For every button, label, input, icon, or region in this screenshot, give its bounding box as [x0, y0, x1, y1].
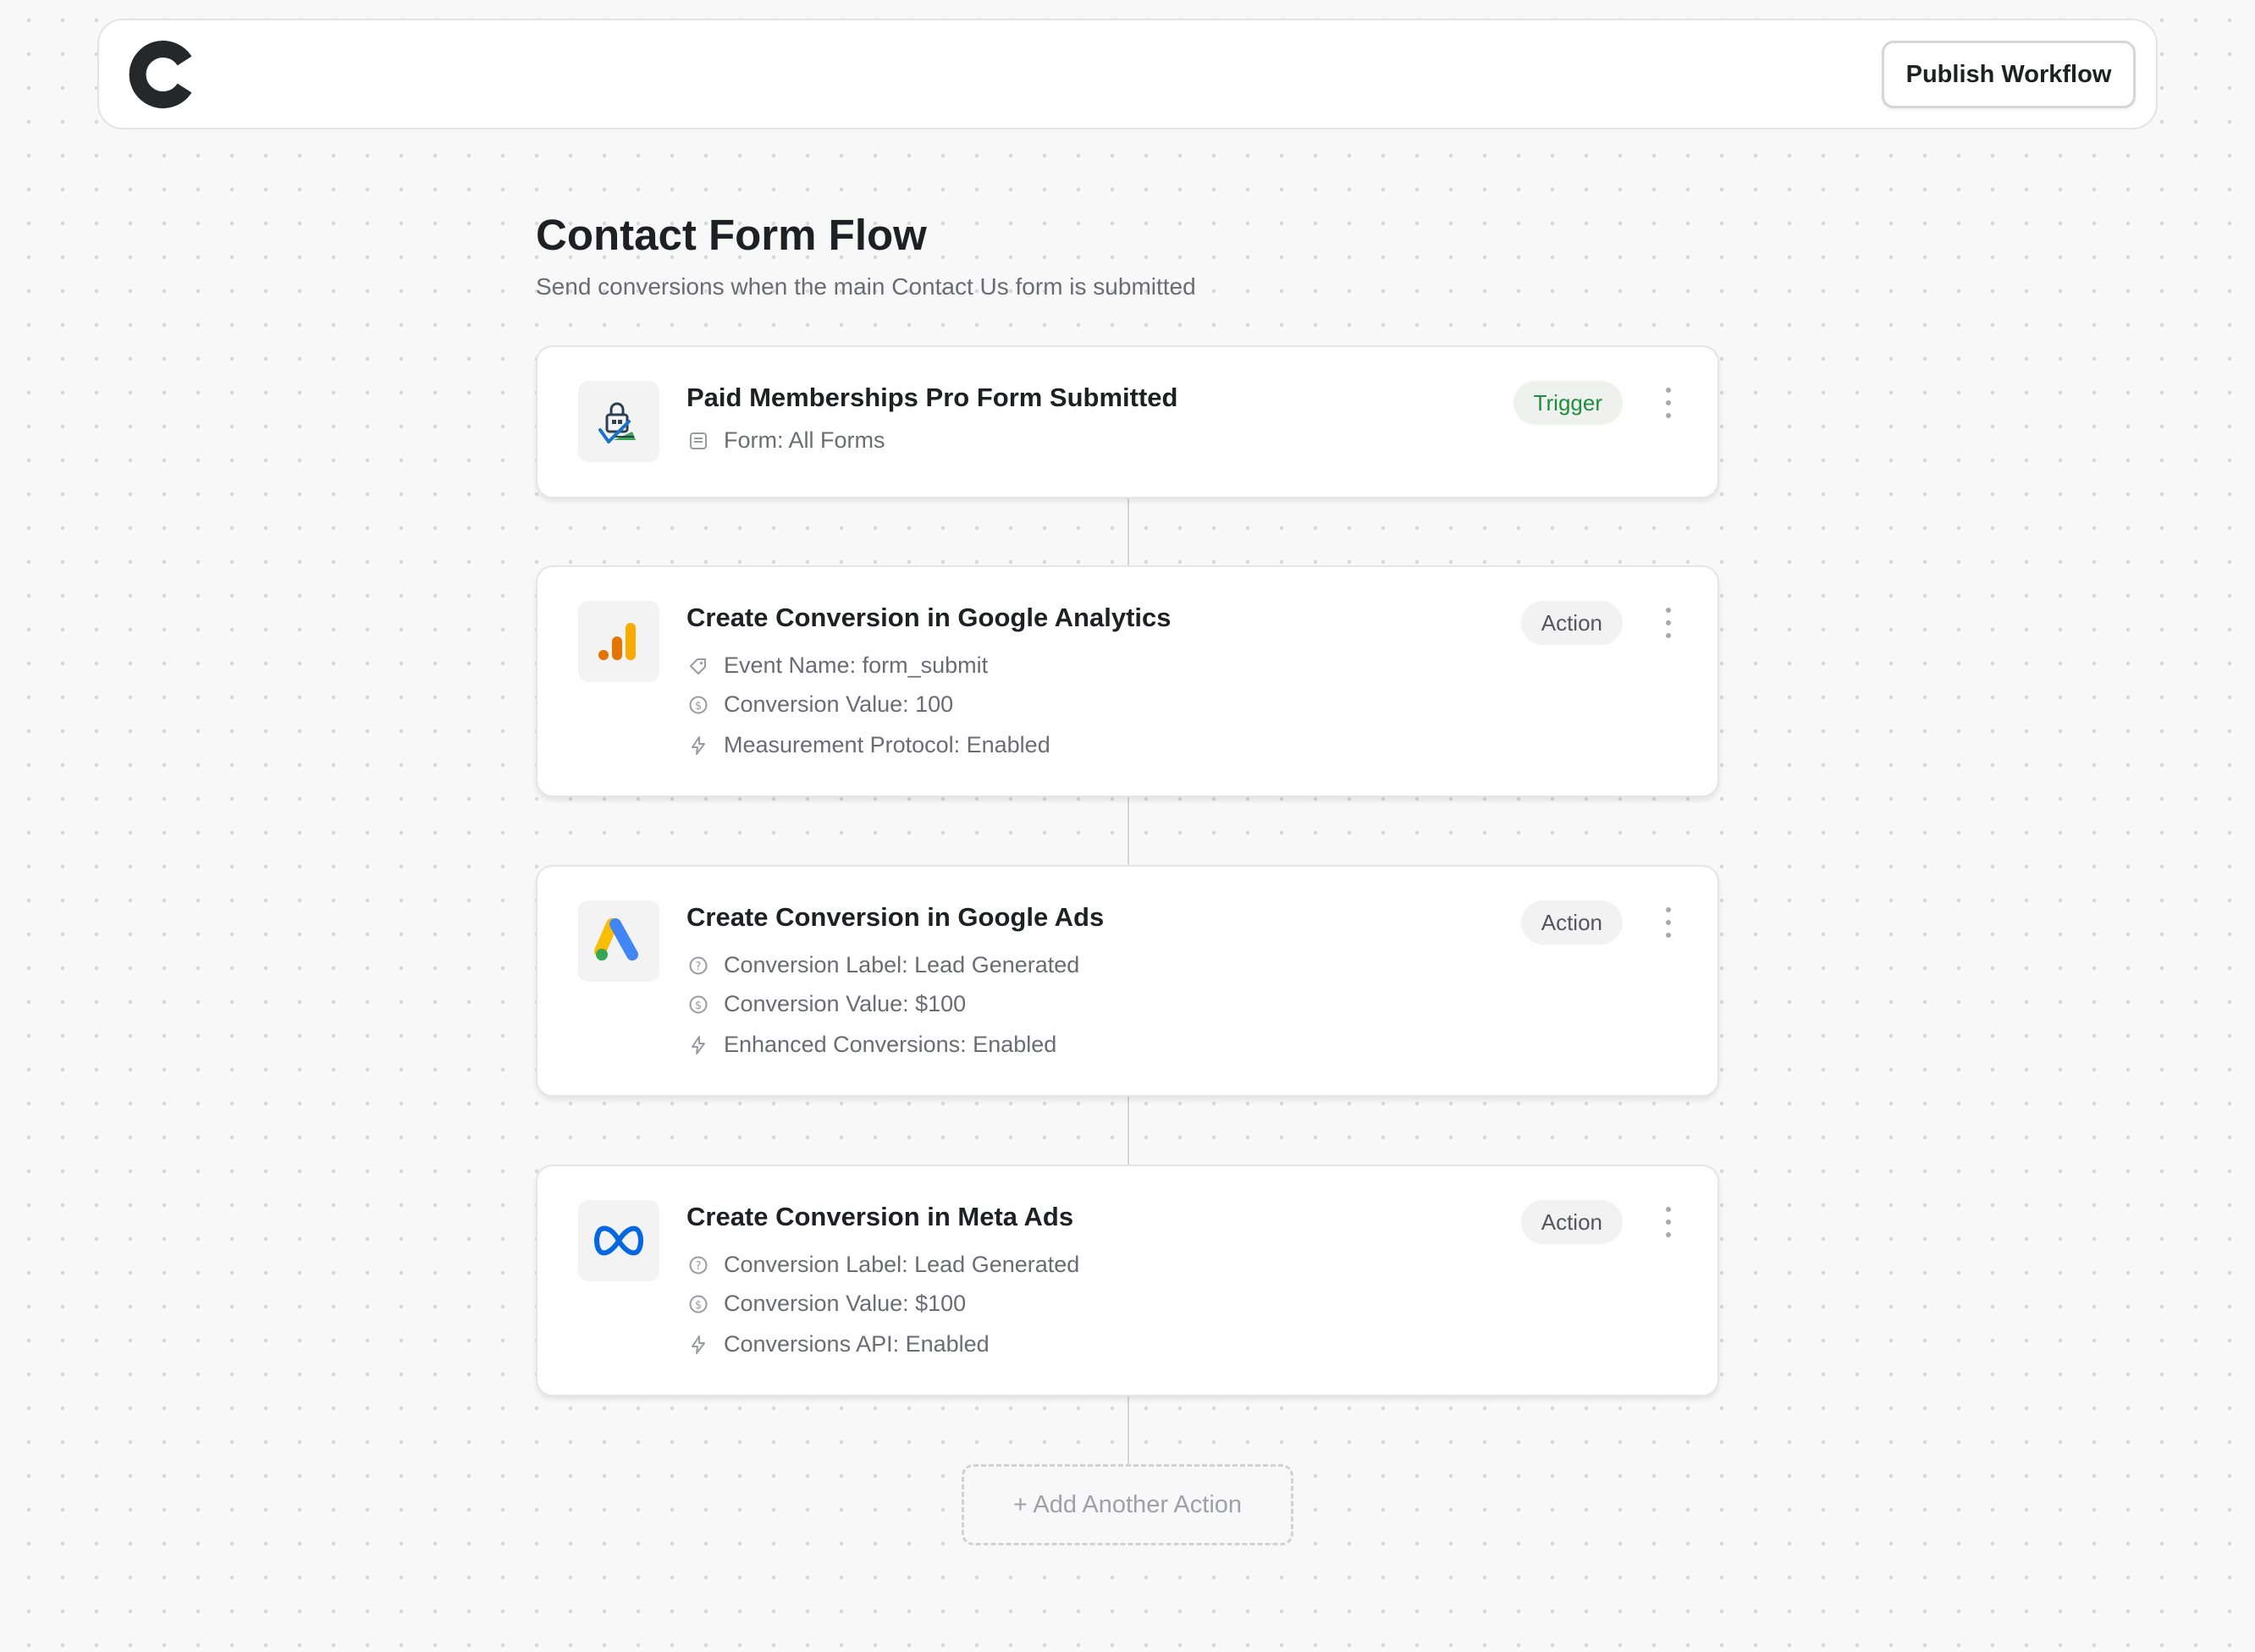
step-detail: ? Conversion Label: Lead Generated [686, 1252, 1079, 1278]
trigger-card[interactable]: Paid Memberships Pro Form Submitted Form… [536, 345, 1719, 498]
c-logo-icon[interactable] [128, 41, 194, 108]
step-detail: $ Conversion Value: $100 [686, 991, 966, 1017]
connector-line [1128, 797, 1129, 866]
step-detail: $ Conversion Value: $100 [686, 1291, 966, 1317]
add-another-action-button[interactable]: + Add Another Action [962, 1464, 1293, 1545]
step-detail: Conversions API: Enabled [686, 1331, 990, 1357]
google-ads-icon [578, 900, 659, 982]
more-options-icon[interactable] [1662, 608, 1675, 638]
top-bar: Publish Workflow [97, 19, 2158, 129]
page-subtitle: Send conversions when the main Contact U… [536, 273, 1196, 300]
step-title: Paid Memberships Pro Form Submitted [686, 383, 1178, 412]
dollar-circle-icon: $ [686, 693, 710, 717]
action-card-google-ads[interactable]: Create Conversion in Google Ads ? Conver… [536, 865, 1719, 1097]
lightning-icon [686, 734, 710, 757]
connector-line [1128, 498, 1129, 567]
action-card-google-analytics[interactable]: Create Conversion in Google Analytics Ev… [536, 565, 1719, 797]
action-badge: Action [1520, 900, 1623, 944]
help-circle-icon: ? [686, 954, 710, 977]
dollar-circle-icon: $ [686, 1292, 710, 1316]
more-options-icon[interactable] [1662, 1207, 1675, 1237]
trigger-badge: Trigger [1513, 381, 1623, 425]
step-detail: Enhanced Conversions: Enabled [686, 1032, 1056, 1058]
step-detail: Measurement Protocol: Enabled [686, 732, 1050, 758]
action-badge: Action [1520, 1200, 1623, 1244]
step-title: Create Conversion in Google Ads [686, 902, 1105, 932]
more-options-icon[interactable] [1662, 388, 1675, 418]
help-circle-icon: ? [686, 1253, 710, 1277]
step-detail: $ Conversion Value: 100 [686, 691, 953, 718]
step-detail: Form: All Forms [686, 427, 885, 454]
connector-line [1128, 1097, 1129, 1165]
form-icon [686, 429, 710, 453]
meta-icon [578, 1200, 659, 1281]
action-card-meta-ads[interactable]: Create Conversion in Meta Ads ? Conversi… [536, 1165, 1719, 1396]
google-analytics-icon [578, 601, 659, 682]
connector-line [1128, 1396, 1129, 1464]
page-title: Contact Form Flow [536, 211, 927, 259]
svg-text:$: $ [695, 700, 702, 713]
step-title: Create Conversion in Meta Ads [686, 1202, 1074, 1231]
tag-icon [686, 654, 710, 678]
svg-text:$: $ [695, 1299, 702, 1312]
lightning-icon [686, 1033, 710, 1057]
step-title: Create Conversion in Google Analytics [686, 603, 1172, 632]
svg-text:$: $ [695, 999, 702, 1012]
more-options-icon[interactable] [1662, 907, 1675, 938]
svg-text:?: ? [696, 961, 702, 973]
publish-workflow-button[interactable]: Publish Workflow [1882, 41, 2136, 108]
action-badge: Action [1520, 601, 1623, 645]
step-detail: Event Name: form_submit [686, 653, 988, 679]
dollar-circle-icon: $ [686, 993, 710, 1016]
step-detail: ? Conversion Label: Lead Generated [686, 952, 1079, 978]
paid-memberships-pro-icon [578, 381, 659, 462]
lightning-icon [686, 1333, 710, 1357]
svg-text:?: ? [696, 1260, 702, 1273]
